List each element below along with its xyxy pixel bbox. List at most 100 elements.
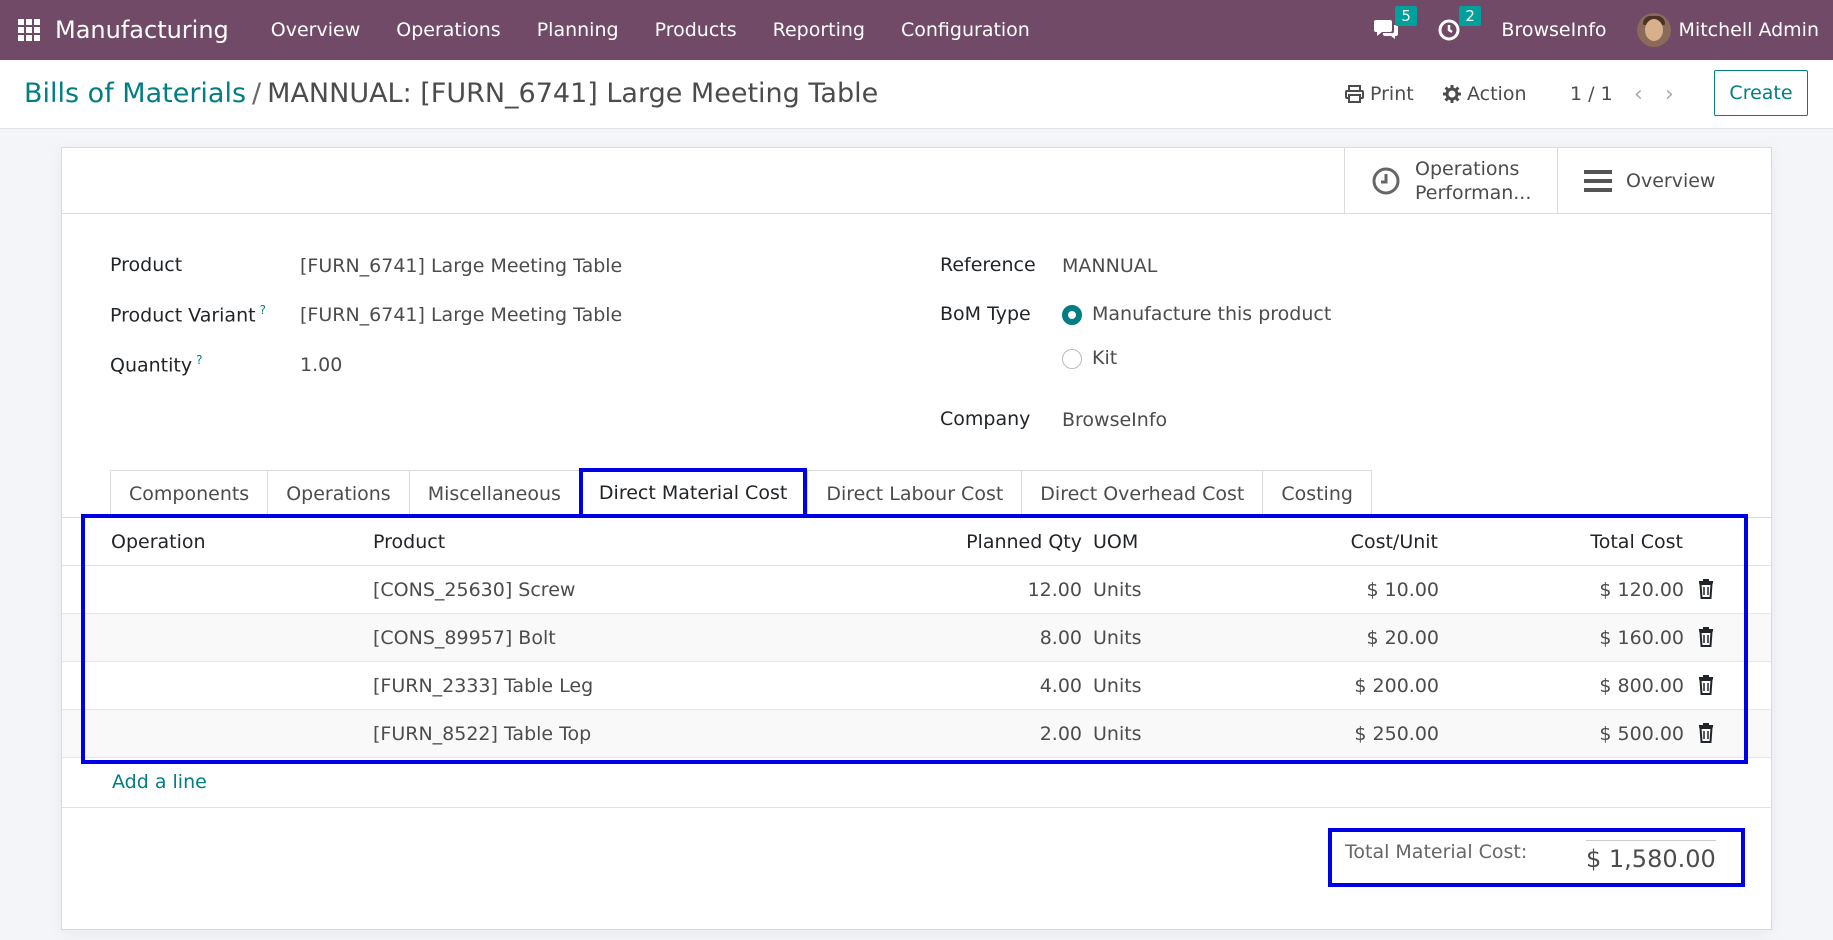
row-cost-unit: $ 250.00	[1354, 723, 1439, 745]
table-row[interactable]: [FURN_8522] Table Top 2.00 Units $ 250.0…	[62, 710, 1771, 758]
quantity-field[interactable]: 1.00	[300, 354, 342, 376]
row-planned-qty: 2.00	[1039, 723, 1082, 745]
menu-reporting[interactable]: Reporting	[755, 19, 883, 41]
col-product[interactable]: Product	[373, 531, 445, 553]
pager-next-icon[interactable]: ›	[1665, 82, 1674, 107]
tab-direct-material-cost[interactable]: Direct Material Cost	[578, 468, 808, 518]
product-field[interactable]: [FURN_6741] Large Meeting Table	[300, 255, 622, 277]
bom-type-label: BoM Type	[940, 303, 1031, 325]
overview-label: Overview	[1626, 170, 1716, 192]
pager-previous-icon[interactable]: ‹	[1634, 82, 1643, 107]
table-header: Operation Product Planned Qty UOM Cost/U…	[62, 518, 1771, 566]
help-tooltip-icon[interactable]: ?	[260, 303, 266, 317]
col-planned-qty[interactable]: Planned Qty	[882, 531, 1082, 553]
printer-icon	[1345, 85, 1364, 103]
control-panel: Bills of Materials / MANNUAL: [FURN_6741] …	[0, 60, 1833, 129]
company-field[interactable]: BrowseInfo	[1062, 409, 1167, 431]
bars-icon	[1584, 170, 1612, 192]
create-button[interactable]: Create	[1714, 70, 1808, 116]
product-label: Product	[110, 254, 183, 276]
product-variant-field[interactable]: [FURN_6741] Large Meeting Table	[300, 304, 622, 326]
total-material-cost-value: $ 1,580.00	[1586, 840, 1716, 873]
trash-icon[interactable]	[1698, 723, 1714, 743]
print-label: Print	[1370, 83, 1414, 105]
operations-performance-button[interactable]: Operations Performan...	[1344, 148, 1557, 214]
row-product: [FURN_2333] Table Leg	[373, 675, 594, 697]
row-cost-unit: $ 20.00	[1366, 627, 1439, 649]
row-total-cost: $ 160.00	[1599, 627, 1684, 649]
row-planned-qty: 4.00	[1039, 675, 1082, 697]
messages-button[interactable]: 5	[1373, 6, 1417, 42]
row-total-cost: $ 120.00	[1599, 579, 1684, 601]
col-total-cost[interactable]: Total Cost	[1483, 531, 1683, 553]
bom-type-kit-radio[interactable]	[1062, 349, 1082, 369]
tab-costing[interactable]: Costing	[1262, 470, 1372, 518]
row-uom: Units	[1093, 627, 1142, 649]
row-cost-unit: $ 200.00	[1354, 675, 1439, 697]
app-name[interactable]: Manufacturing	[55, 16, 229, 44]
trash-icon[interactable]	[1698, 675, 1714, 695]
company-label: Company	[940, 408, 1031, 430]
table-row[interactable]: [CONS_89957] Bolt 8.00 Units $ 20.00 $ 1…	[62, 614, 1771, 662]
company-switcher[interactable]: BrowseInfo	[1501, 19, 1606, 41]
help-tooltip-icon[interactable]: ?	[196, 353, 202, 367]
tab-components[interactable]: Components	[110, 470, 268, 518]
smart-button-box: Operations Performan... Overview	[62, 148, 1771, 214]
notebook-tabs: Components Operations Miscellaneous Dire…	[110, 468, 1372, 518]
row-planned-qty: 12.00	[1027, 579, 1082, 601]
row-uom: Units	[1093, 579, 1142, 601]
tab-direct-labour-cost[interactable]: Direct Labour Cost	[807, 470, 1022, 518]
menu-planning[interactable]: Planning	[519, 19, 637, 41]
row-total-cost: $ 800.00	[1599, 675, 1684, 697]
row-uom: Units	[1093, 675, 1142, 697]
menu-overview[interactable]: Overview	[253, 19, 378, 41]
breadcrumb-bills-of-materials[interactable]: Bills of Materials	[24, 78, 246, 109]
menu-configuration[interactable]: Configuration	[883, 19, 1048, 41]
clock-icon	[1372, 167, 1400, 195]
tab-direct-overhead-cost[interactable]: Direct Overhead Cost	[1021, 470, 1263, 518]
material-cost-table: Operation Product Planned Qty UOM Cost/U…	[62, 518, 1771, 758]
apps-menu-icon[interactable]	[18, 19, 40, 41]
row-product: [FURN_8522] Table Top	[373, 723, 592, 745]
breadcrumb: Bills of Materials / MANNUAL: [FURN_6741] …	[24, 78, 878, 109]
bom-type-manufacture-label[interactable]: Manufacture this product	[1092, 303, 1331, 325]
row-product: [CONS_25630] Screw	[373, 579, 576, 601]
pager-value[interactable]: 1 / 1	[1570, 83, 1613, 105]
row-product: [CONS_89957] Bolt	[373, 627, 556, 649]
table-row[interactable]: [FURN_2333] Table Leg 4.00 Units $ 200.0…	[62, 662, 1771, 710]
breadcrumb-current-record: MANNUAL: [FURN_6741] Large Meeting Table	[267, 78, 879, 109]
menu-products[interactable]: Products	[637, 19, 755, 41]
tab-operations[interactable]: Operations	[267, 470, 409, 518]
trash-icon[interactable]	[1698, 627, 1714, 647]
col-cost-unit[interactable]: Cost/Unit	[1238, 531, 1438, 553]
top-navbar: Manufacturing Overview Operations Planni…	[0, 0, 1833, 60]
clock-icon	[1438, 19, 1460, 41]
reference-label: Reference	[940, 254, 1036, 276]
row-uom: Units	[1093, 723, 1142, 745]
user-avatar[interactable]	[1636, 13, 1671, 47]
overview-button[interactable]: Overview	[1557, 148, 1771, 214]
row-total-cost: $ 500.00	[1599, 723, 1684, 745]
activities-badge: 2	[1459, 6, 1481, 26]
bom-type-manufacture-radio[interactable]	[1062, 305, 1082, 325]
col-operation[interactable]: Operation	[111, 531, 206, 553]
row-planned-qty: 8.00	[1039, 627, 1082, 649]
form-sheet: Operations Performan... Overview Product…	[61, 147, 1772, 930]
table-row[interactable]: [CONS_25630] Screw 12.00 Units $ 10.00 $…	[62, 566, 1771, 614]
print-button[interactable]: Print	[1345, 83, 1414, 105]
action-button[interactable]: Action	[1443, 83, 1527, 105]
row-cost-unit: $ 10.00	[1366, 579, 1439, 601]
add-line-link[interactable]: Add a line	[112, 771, 207, 793]
quantity-label: Quantity?	[110, 353, 203, 377]
activities-button[interactable]: 2	[1437, 6, 1481, 42]
reference-field[interactable]: MANNUAL	[1062, 255, 1157, 277]
menu-operations[interactable]: Operations	[378, 19, 518, 41]
product-variant-label: Product Variant?	[110, 303, 266, 327]
tab-miscellaneous[interactable]: Miscellaneous	[408, 470, 579, 518]
bom-type-kit-label[interactable]: Kit	[1092, 347, 1117, 369]
user-menu[interactable]: Mitchell Admin	[1679, 19, 1819, 41]
total-material-cost-label: Total Material Cost:	[1345, 841, 1528, 863]
messages-badge: 5	[1395, 6, 1417, 26]
col-uom[interactable]: UOM	[1093, 531, 1138, 553]
trash-icon[interactable]	[1698, 579, 1714, 599]
